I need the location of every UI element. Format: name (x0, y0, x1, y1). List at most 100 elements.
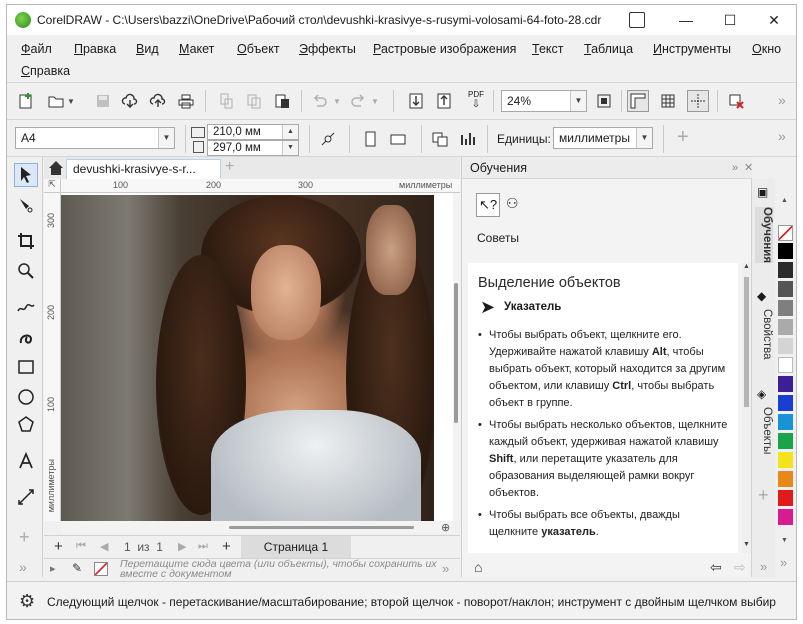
palette-scroll-right-icon[interactable]: » (442, 561, 449, 576)
minimize-button[interactable]: — (664, 5, 708, 35)
color-swatch[interactable] (778, 319, 793, 335)
canvas-vertical-scrollbar[interactable] (453, 193, 460, 521)
save-icon[interactable] (92, 90, 114, 112)
full-screen-icon[interactable] (593, 90, 615, 112)
document-tab[interactable]: devushki-krasivye-s-r... (66, 159, 221, 179)
zoom-navigator-icon[interactable]: ⊕ (441, 521, 450, 534)
units-dropdown-icon[interactable]: ▼ (636, 128, 652, 148)
height-spin-icon[interactable]: ▼ (282, 141, 298, 155)
prev-page-icon[interactable]: ◀ (100, 540, 108, 553)
hint-scroll-down-icon[interactable]: ▼ (743, 541, 750, 548)
import-icon[interactable] (405, 90, 427, 112)
menu-bitmaps[interactable]: Растровые изображения (373, 42, 516, 56)
color-swatch[interactable] (778, 243, 793, 259)
horizontal-ruler[interactable]: 100 200 300 миллиметры (61, 179, 460, 193)
page-tab[interactable]: Страница 1 (241, 536, 351, 558)
properties-tab-icon[interactable]: ◆ (757, 289, 766, 303)
zoom-dropdown-icon[interactable]: ▼ (570, 91, 586, 111)
palette-down-icon[interactable]: ▼ (781, 537, 788, 544)
palette-up-icon[interactable]: ▲ (781, 197, 788, 204)
next-page-icon[interactable]: ▶ (178, 540, 186, 553)
paste-icon[interactable] (271, 90, 293, 112)
freehand-tool-icon[interactable] (14, 295, 38, 319)
settings-gear-icon[interactable]: ⚙ (19, 591, 35, 612)
pick-tool-icon[interactable] (14, 163, 38, 187)
units-combo[interactable]: миллиметры ▼ (553, 127, 653, 149)
cloud-download-icon[interactable] (119, 90, 141, 112)
export-icon[interactable] (433, 90, 455, 112)
copy-icon[interactable] (243, 90, 265, 112)
color-swatch[interactable] (778, 262, 793, 278)
shape-tool-icon[interactable] (14, 193, 38, 217)
hint-scrollbar[interactable]: ▲ ▼ (742, 263, 751, 553)
learn-tab-icon[interactable]: ⚇ (506, 195, 519, 212)
snap-off-icon[interactable] (725, 90, 747, 112)
placed-photo[interactable] (61, 195, 434, 521)
menu-help[interactable]: Справка (21, 64, 70, 78)
hints-tab-icon[interactable]: ↖? (476, 193, 500, 217)
new-document-icon[interactable] (15, 90, 37, 112)
color-swatch[interactable] (778, 452, 793, 468)
landscape-icon[interactable] (387, 128, 409, 150)
open-folder-icon[interactable] (45, 90, 67, 112)
add-property-icon[interactable]: + (677, 126, 689, 149)
export-pdf-button[interactable]: PDF ⇩ (465, 91, 487, 113)
no-color-swatch[interactable] (94, 562, 108, 576)
vertical-ruler[interactable]: 300 200 100 миллиметры (44, 193, 61, 521)
rectangle-tool-icon[interactable] (14, 355, 38, 379)
eyedropper-icon[interactable]: ✎ (72, 561, 82, 575)
vertical-scroll-thumb[interactable] (454, 283, 458, 423)
first-page-icon[interactable]: ⏮ (76, 540, 86, 553)
ellipse-tool-icon[interactable] (14, 385, 38, 409)
toolbar-overflow-icon[interactable]: » (778, 92, 786, 108)
add-page-before-icon[interactable]: + (54, 538, 63, 555)
side-tab-objects[interactable]: Объекты (755, 407, 773, 454)
docker-tabs-overflow-icon[interactable]: » (760, 559, 767, 574)
menu-layout[interactable]: Макет (179, 42, 214, 56)
maximize-button[interactable]: ☐ (708, 5, 752, 35)
menu-window[interactable]: Окно (752, 42, 781, 56)
add-docker-icon[interactable]: + (758, 485, 769, 506)
artistic-media-tool-icon[interactable] (14, 325, 38, 349)
redo-dropdown-icon[interactable]: ▼ (371, 97, 379, 106)
color-swatch[interactable] (778, 300, 793, 316)
menu-effects[interactable]: Эффекты (299, 42, 356, 56)
hint-scroll-thumb[interactable] (744, 277, 749, 407)
polygon-tool-icon[interactable] (14, 413, 38, 437)
text-tool-icon[interactable] (14, 449, 38, 473)
page-size-dropdown-icon[interactable]: ▼ (158, 128, 174, 148)
menu-table[interactable]: Таблица (584, 42, 633, 56)
ruler-corner[interactable]: ⇱ (44, 179, 61, 193)
undo-icon[interactable] (309, 90, 331, 112)
menu-file[interactable]: Файл (21, 42, 52, 56)
palette-menu-icon[interactable]: » (780, 555, 787, 570)
parallel-dimension-tool-icon[interactable] (14, 485, 38, 509)
color-swatch[interactable] (778, 395, 793, 411)
screenshot-tool-icon[interactable] (629, 12, 645, 28)
page-size-combo[interactable]: A4 ▼ (15, 127, 175, 149)
property-bar-overflow-icon[interactable]: » (778, 128, 786, 144)
canvas-horizontal-scrollbar[interactable]: ⊕ (61, 521, 453, 534)
docker-collapse-icon[interactable]: » (732, 157, 738, 179)
hint-scroll-up-icon[interactable]: ▲ (743, 263, 750, 270)
show-grid-icon[interactable] (657, 90, 679, 112)
page-width-field[interactable]: 210,0 мм ▲ (207, 124, 299, 140)
cloud-upload-icon[interactable] (147, 90, 169, 112)
color-swatch[interactable] (778, 414, 793, 430)
docker-back-icon[interactable]: ⇦ (710, 559, 722, 576)
color-swatch[interactable] (778, 490, 793, 506)
zoom-level-combo[interactable]: 24% ▼ (501, 90, 587, 112)
menu-object[interactable]: Объект (237, 42, 280, 56)
add-tool-icon[interactable]: + (19, 527, 30, 548)
color-swatch[interactable] (778, 376, 793, 392)
palette-overflow-icon[interactable]: ▸ (50, 562, 56, 575)
color-swatch[interactable] (778, 433, 793, 449)
width-spin-icon[interactable]: ▲ (282, 125, 298, 139)
crop-tool-icon[interactable] (14, 229, 38, 253)
cut-icon[interactable] (215, 90, 237, 112)
objects-tab-icon[interactable]: ◈ (757, 387, 766, 401)
color-swatch[interactable] (778, 281, 793, 297)
home-icon[interactable] (48, 159, 64, 177)
last-page-icon[interactable]: ⏭ (198, 540, 208, 553)
menu-tools[interactable]: Инструменты (653, 42, 731, 56)
